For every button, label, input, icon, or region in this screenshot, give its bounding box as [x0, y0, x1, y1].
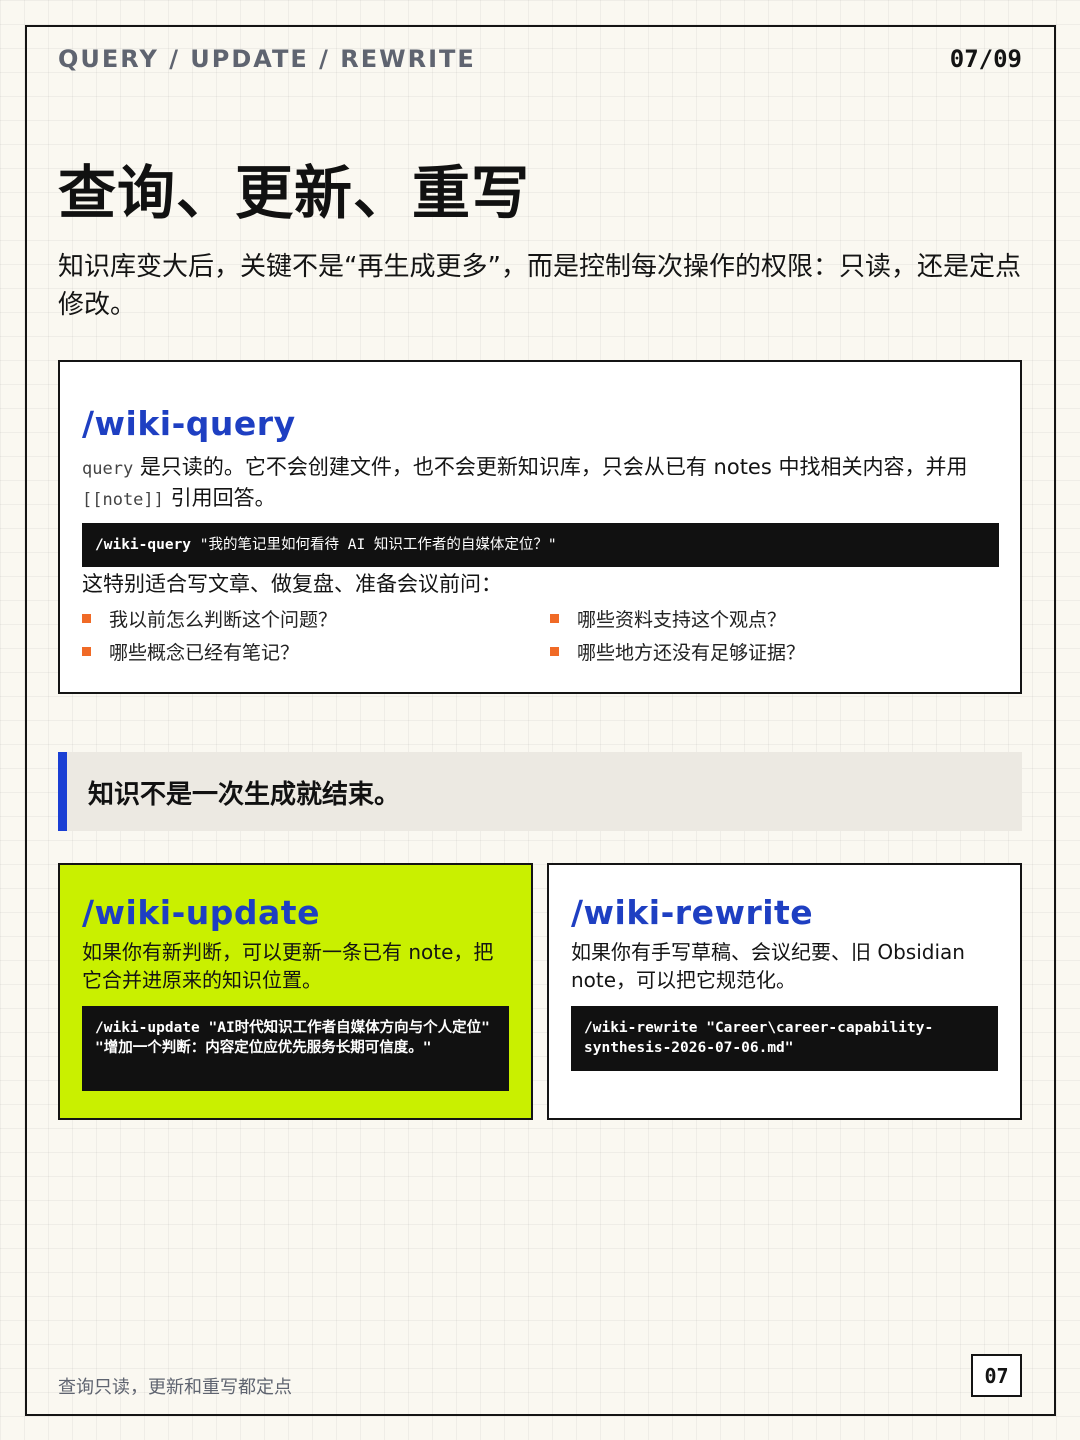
- callout-banner: 知识不是一次生成就结束。: [58, 752, 1022, 831]
- page-indicator: 07/09: [949, 45, 1022, 73]
- update-card: /wiki-update 如果你有新判断，可以更新一条已有 note，把它合并进…: [58, 863, 533, 1120]
- query-card: /wiki-query query 是只读的。它不会创建文件，也不会更新知识库，…: [58, 360, 1022, 694]
- page-number-badge: 07: [971, 1354, 1022, 1397]
- query-description: query 是只读的。它不会创建文件，也不会更新知识库，只会从已有 notes …: [82, 453, 1002, 515]
- query-desc-text-1: 是只读的。它不会创建文件，也不会更新知识库，只会从已有 notes 中找相关内容…: [133, 455, 968, 479]
- bullet-square-icon: [550, 614, 559, 623]
- list-item: 哪些概念已经有笔记？: [82, 639, 550, 664]
- update-description: 如果你有新判断，可以更新一条已有 note，把它合并进原来的知识位置。: [82, 940, 494, 992]
- question-text: 我以前怎么判断这个问题？: [109, 609, 338, 631]
- page-title: 查询、更新、重写: [58, 159, 531, 227]
- page-frame: [25, 25, 1056, 1416]
- query-example-argument: "我的笔记里如何看待 AI 知识工作者的自媒体定位？": [191, 537, 557, 553]
- question-text: 哪些概念已经有笔记？: [109, 642, 300, 664]
- query-example-code: /wiki-query "我的笔记里如何看待 AI 知识工作者的自媒体定位？": [82, 523, 999, 567]
- update-command-title: /wiki-update: [82, 893, 320, 932]
- update-example-code: /wiki-update "AI时代知识工作者自媒体方向与个人定位" "增加一个…: [82, 1006, 509, 1091]
- bullet-square-icon: [550, 647, 559, 656]
- query-inline-code: query: [82, 459, 134, 479]
- question-text: 哪些资料支持这个观点？: [577, 609, 787, 631]
- rewrite-description: 如果你有手写草稿、会议纪要、旧 Obsidian note，可以把它规范化。: [571, 940, 965, 992]
- intro-paragraph: 知识库变大后，关键不是“再生成更多”，而是控制每次操作的权限：只读，还是定点修改…: [58, 252, 1021, 320]
- list-item: 哪些地方还没有足够证据？: [550, 639, 1002, 664]
- note-link-code: [[note]]: [82, 490, 164, 510]
- use-case-label: 这特别适合写文章、做复盘、准备会议前问：: [82, 572, 502, 596]
- rewrite-card: /wiki-rewrite 如果你有手写草稿、会议纪要、旧 Obsidian n…: [547, 863, 1022, 1120]
- footer-caption: 查询只读，更新和重写都定点: [58, 1377, 292, 1398]
- query-example-command: /wiki-query: [95, 537, 192, 553]
- section-label: QUERY / UPDATE / REWRITE: [58, 45, 476, 73]
- query-command-title: /wiki-query: [82, 404, 296, 443]
- rewrite-example-code: /wiki-rewrite "Career\career-capability-…: [571, 1006, 998, 1071]
- question-text: 哪些地方还没有足够证据？: [577, 642, 806, 664]
- bullet-square-icon: [82, 614, 91, 623]
- rewrite-command-title: /wiki-rewrite: [571, 893, 814, 932]
- question-list: 我以前怎么判断这个问题？ 哪些资料支持这个观点？ 哪些概念已经有笔记？ 哪些地方…: [82, 606, 1002, 664]
- query-desc-text-2: 引用回答。: [163, 486, 276, 510]
- list-item: 我以前怎么判断这个问题？: [82, 606, 550, 631]
- list-item: 哪些资料支持这个观点？: [550, 606, 1002, 631]
- bullet-square-icon: [82, 647, 91, 656]
- callout-text: 知识不是一次生成就结束。: [88, 780, 401, 810]
